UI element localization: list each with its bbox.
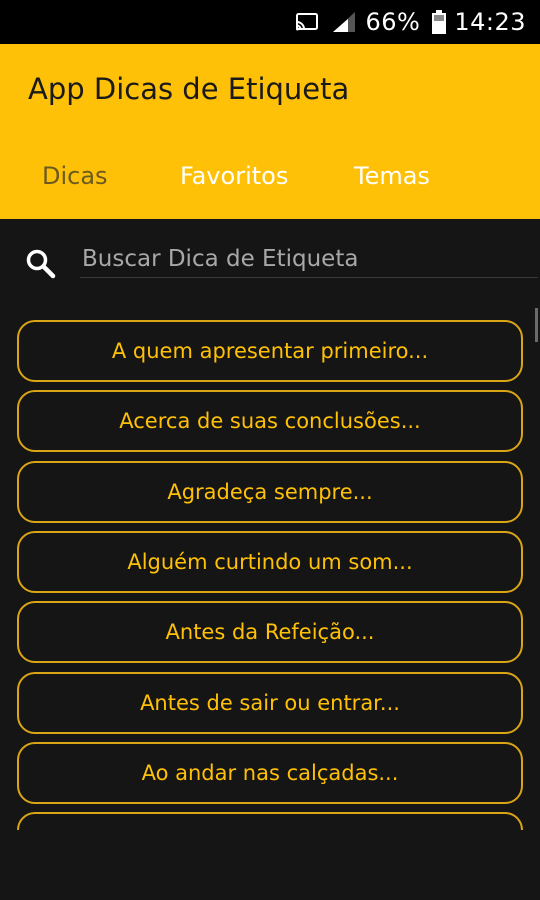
- battery-icon: [432, 10, 447, 34]
- list-item[interactable]: Antes da Refeição...: [17, 601, 523, 663]
- list-item[interactable]: Agradeça sempre...: [17, 461, 523, 523]
- tab-favoritos[interactable]: Favoritos: [180, 162, 288, 190]
- signal-icon: [331, 11, 357, 33]
- list-item-partial[interactable]: [17, 812, 523, 830]
- tips-list: A quem apresentar primeiro... Acerca de …: [0, 318, 540, 830]
- search-icon[interactable]: [25, 248, 57, 284]
- cast-icon: [295, 12, 319, 32]
- tab-temas[interactable]: Temas: [354, 162, 430, 190]
- list-item[interactable]: A quem apresentar primeiro...: [17, 320, 523, 382]
- status-bar: 66% 14:23: [0, 0, 540, 44]
- list-item[interactable]: Acerca de suas conclusões...: [17, 390, 523, 452]
- list-item[interactable]: Alguém curtindo um som...: [17, 531, 523, 593]
- app-bar: App Dicas de Etiqueta Dicas Favoritos Te…: [0, 44, 540, 219]
- app-title: App Dicas de Etiqueta: [28, 72, 350, 106]
- list-item[interactable]: Ao andar nas calçadas...: [17, 742, 523, 804]
- battery-percent: 66%: [365, 8, 421, 36]
- list-item[interactable]: Antes de sair ou entrar...: [17, 672, 523, 734]
- search-input[interactable]: [80, 240, 538, 278]
- tab-bar: Dicas Favoritos Temas: [0, 162, 540, 202]
- tab-dicas[interactable]: Dicas: [42, 162, 108, 190]
- search-bar: [0, 240, 540, 290]
- clock: 14:23: [454, 8, 526, 36]
